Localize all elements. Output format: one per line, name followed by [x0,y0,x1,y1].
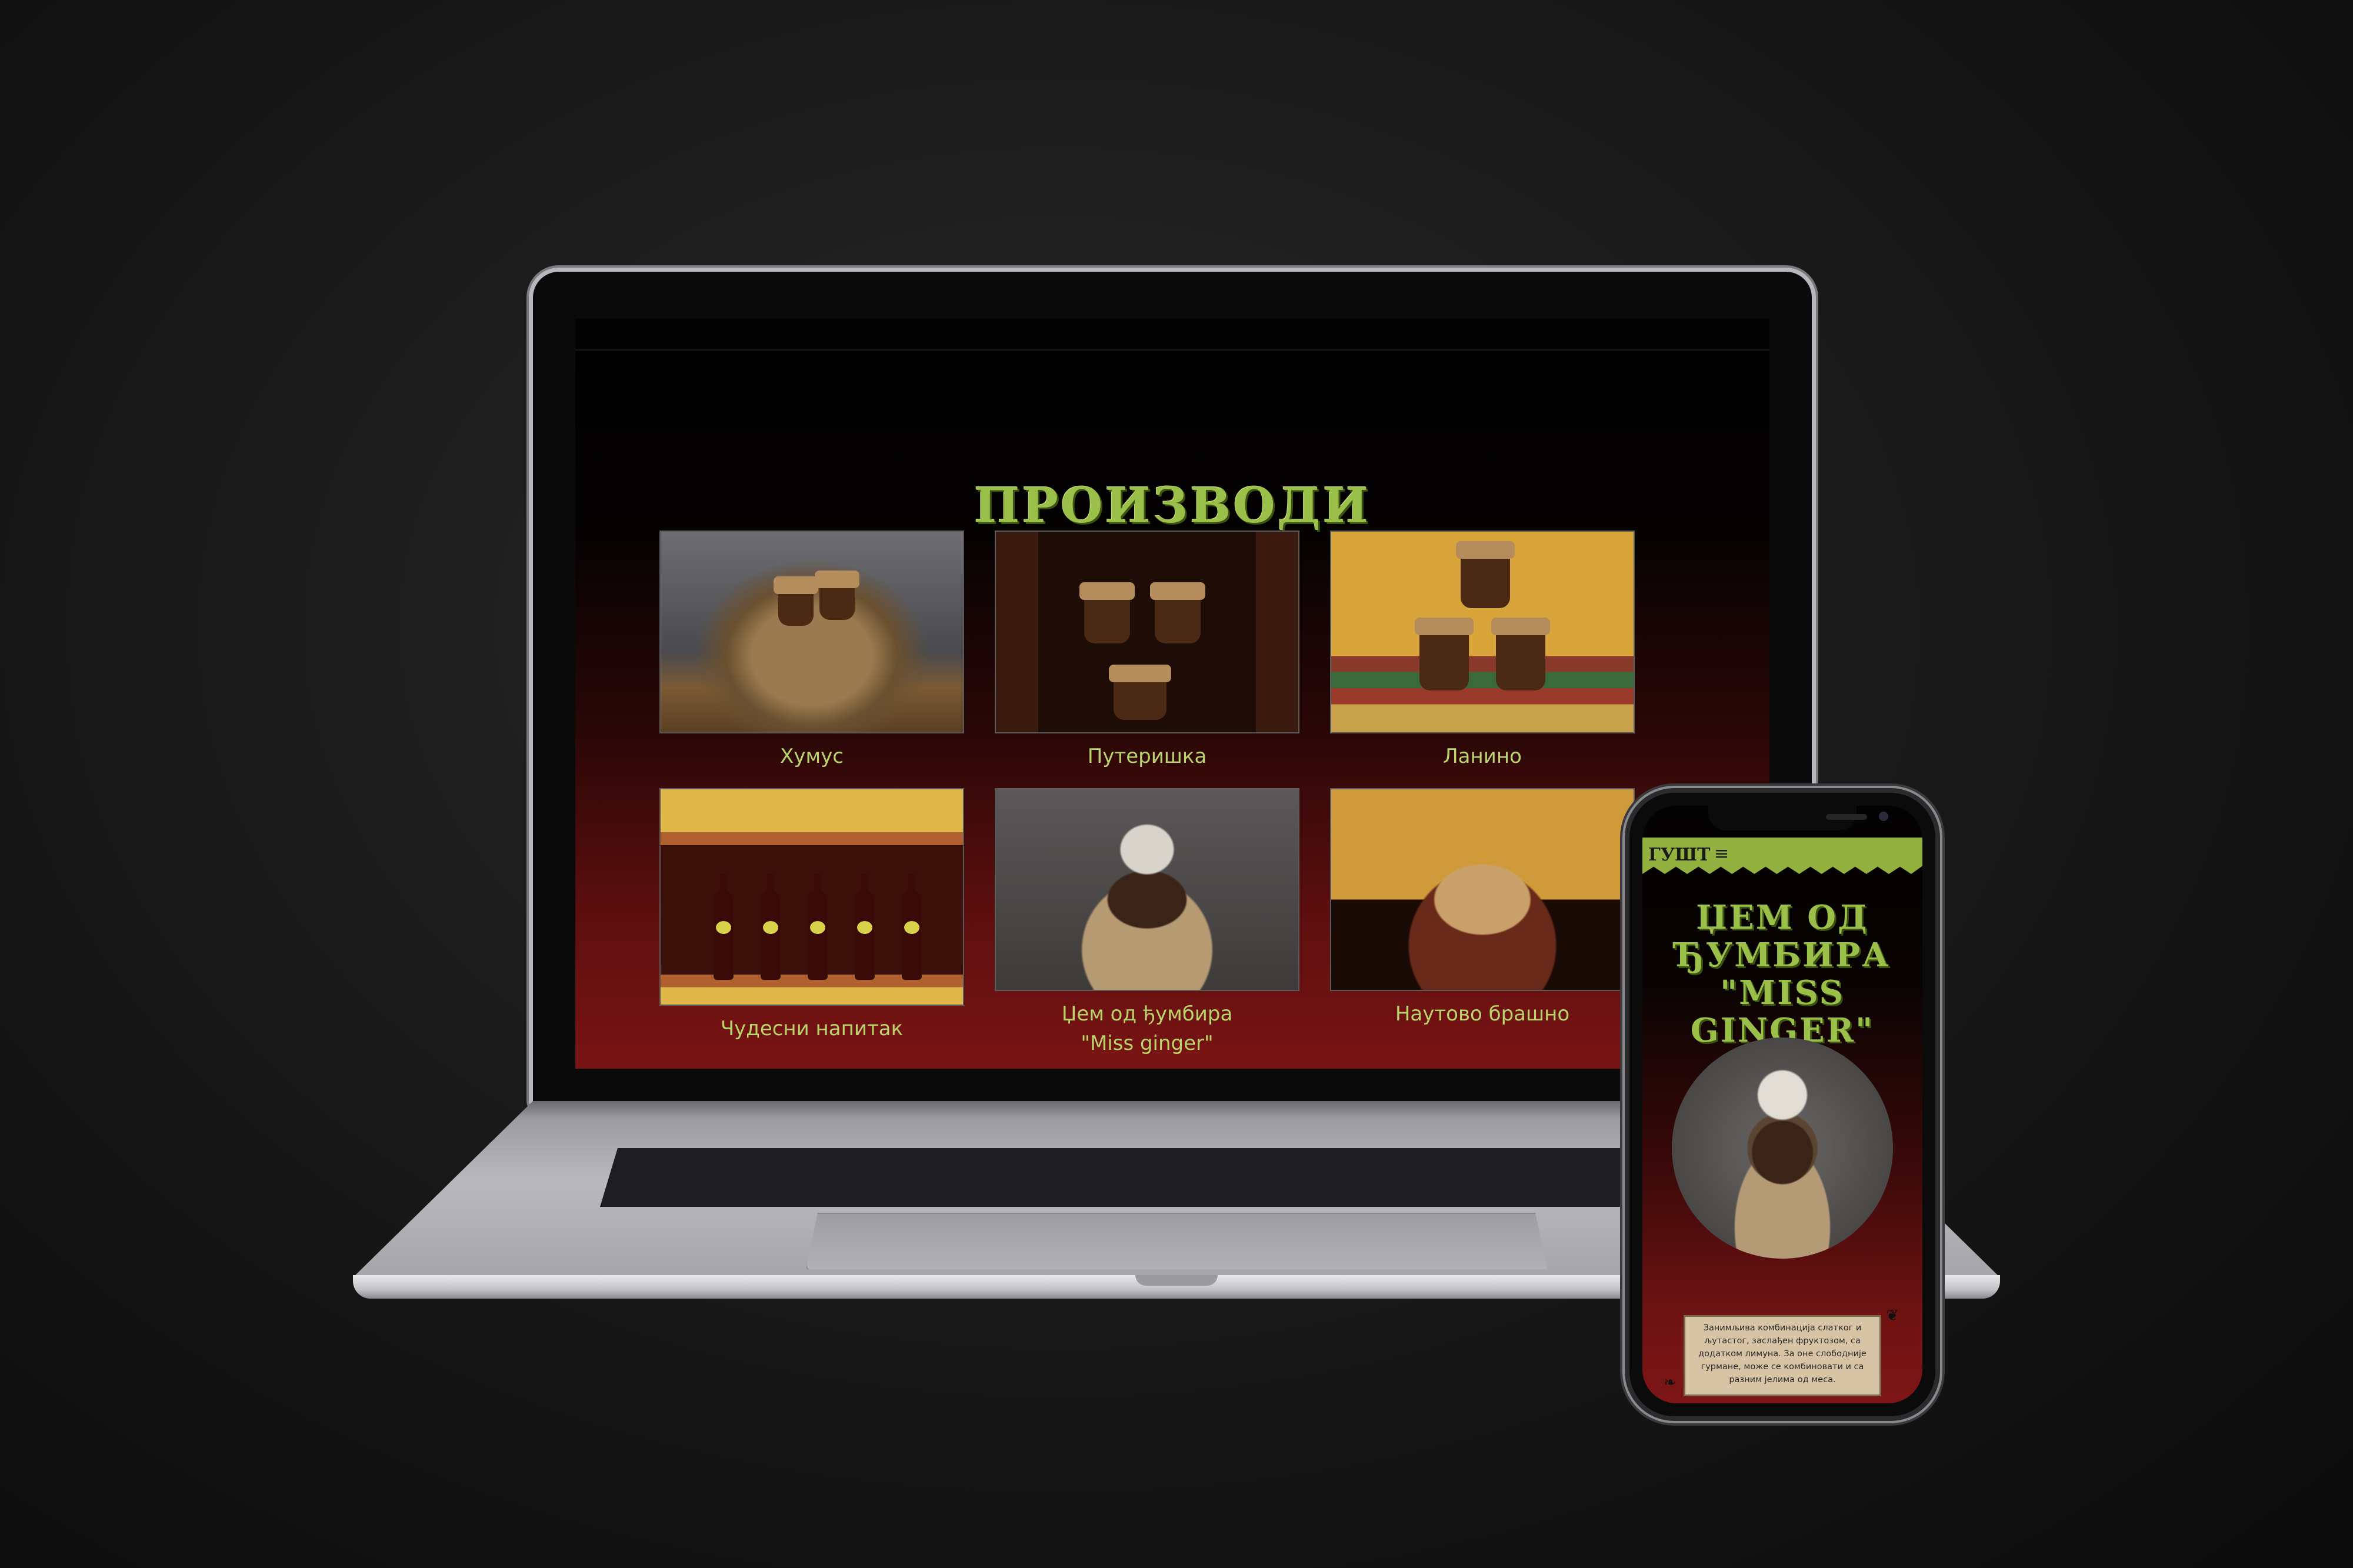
phone-frame: ГУШТ ≡ ЏЕМ ОД ЂУМБИРА "MISS GINGER" Зани… [1629,793,1935,1416]
top-bar [575,319,1769,351]
laptop-screen: ПРОИЗВОДИ Хумус Путеришка Ланино Чудесни… [575,319,1769,1069]
product-photo-hummus[interactable] [659,531,964,733]
keyboard [600,1148,1753,1207]
product-photo-round [1672,1037,1893,1259]
product-description: Занимљива комбинација слатког и љутастог… [1684,1315,1881,1396]
product-card-hummus[interactable]: Хумус [659,531,964,771]
speaker-grille [1826,814,1867,820]
product-label[interactable]: Џем од ђумбира "Miss ginger" [995,999,1299,1058]
product-photo-miss-ginger[interactable] [995,788,1299,991]
product-card-miss-ginger[interactable]: Џем од ђумбира "Miss ginger" [995,788,1299,1058]
trackpad [806,1213,1547,1269]
laptop-lid-notch [1135,1275,1218,1286]
product-label[interactable]: Хумус [659,742,964,771]
phone-notch [1708,806,1888,830]
product-card-miracle-drink[interactable]: Чудесни напитак [659,788,964,1043]
products-section-title: ПРОИЗВОДИ [974,478,1371,534]
site-logo[interactable]: ГУШТ [1648,845,1710,865]
product-card-puteriska[interactable]: Путеришка [995,531,1299,771]
product-photo-flour[interactable] [1330,788,1635,991]
product-photo-lanino[interactable] [1330,531,1635,733]
product-photo-miracle-drink[interactable] [659,788,964,1006]
phone-screen: ГУШТ ≡ ЏЕМ ОД ЂУМБИРА "MISS GINGER" Зани… [1642,806,1922,1403]
ornament-icon: ❦ [1886,1307,1899,1325]
product-title: ЏЕМ ОД ЂУМБИРА "MISS GINGER" [1674,898,1891,1050]
product-card-lanino[interactable]: Ланино [1330,531,1635,771]
camera-lens [1879,812,1888,821]
product-label[interactable]: Ланино [1330,742,1635,771]
product-card-flour[interactable]: Наутово брашно [1330,788,1635,1029]
laptop-lid: ПРОИЗВОДИ Хумус Путеришка Ланино Чудесни… [533,272,1812,1107]
product-label[interactable]: Путеришка [995,742,1299,771]
product-photo-puteriska[interactable] [995,531,1299,733]
product-label[interactable]: Чудесни напитак [659,1014,964,1043]
product-label[interactable]: Наутово брашно [1330,999,1635,1029]
product-description-text: Занимљива комбинација слатког и љутастог… [1698,1323,1867,1384]
hamburger-menu-icon[interactable]: ≡ [1714,843,1729,864]
ornament-icon: ❧ [1664,1374,1677,1392]
